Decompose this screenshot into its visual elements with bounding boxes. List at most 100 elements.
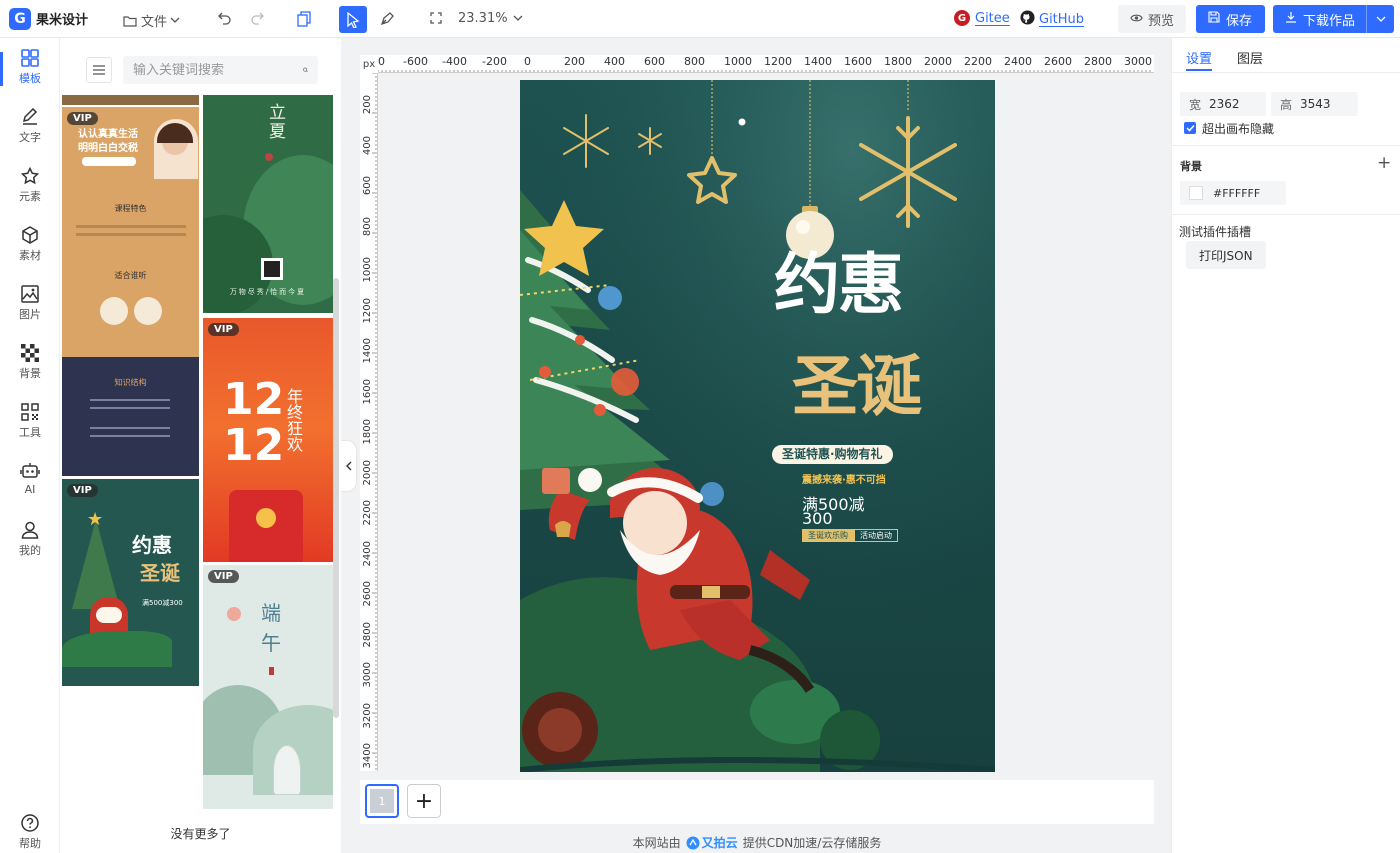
background-color-value: #FFFFFF xyxy=(1213,186,1261,200)
rail-item-mine[interactable]: 我的 xyxy=(0,516,60,566)
pen-tool-icon[interactable] xyxy=(379,11,395,31)
poster-promo-line[interactable]: 震撼来袭·惠不可挡 xyxy=(802,475,902,487)
template-card-christmas[interactable]: VIP ★ 约惠 圣诞 满500减300 xyxy=(62,479,199,686)
search-input[interactable] xyxy=(133,62,303,78)
ruler-label: 200 xyxy=(362,95,373,115)
page-number: 1 xyxy=(370,789,394,813)
ruler-label: 2200 xyxy=(964,55,992,68)
tab-layers[interactable]: 图层 xyxy=(1237,48,1263,67)
ruler-label: 400 xyxy=(362,135,373,155)
copy-page-icon[interactable] xyxy=(297,11,311,31)
properties-panel: 设置 图层 宽 2362 高 3543 超出画布隐藏 背景 + #FFFFFF … xyxy=(1171,38,1400,853)
upyun-label: 又拍云 xyxy=(701,836,738,850)
download-dropdown[interactable] xyxy=(1366,5,1394,33)
gitee-link[interactable]: G Gitee xyxy=(954,10,1010,26)
ruler-label: 1800 xyxy=(362,419,373,445)
template-card-1212[interactable]: VIP 12 12 年终狂欢 xyxy=(203,318,333,562)
poster-title-1[interactable]: 约惠 xyxy=(774,248,914,322)
poster-title-2[interactable]: 圣诞 xyxy=(792,350,932,424)
template-card-duanwu[interactable]: VIP 端 午 xyxy=(203,565,333,809)
background-color-field[interactable]: #FFFFFF xyxy=(1180,181,1286,205)
rail-item-image[interactable]: 图片 xyxy=(0,280,60,330)
eye-icon xyxy=(1130,12,1143,27)
rail-item-help[interactable]: 帮助 xyxy=(0,809,60,853)
category-menu-button[interactable] xyxy=(86,57,112,83)
pen-icon xyxy=(22,108,38,125)
ruler-label: 800 xyxy=(362,216,373,236)
zoom-select[interactable]: 23.31% xyxy=(458,11,523,26)
width-field[interactable]: 宽 2362 xyxy=(1180,92,1266,116)
poster-tag[interactable]: 活动启动 xyxy=(854,529,898,542)
vip-badge: VIP xyxy=(208,323,239,336)
image-icon xyxy=(21,285,39,303)
vip-badge: VIP xyxy=(67,484,98,497)
ruler-label: 3000 xyxy=(1124,55,1152,68)
card-title: 明明白白交税 xyxy=(78,143,138,154)
rail-item-tools[interactable]: 工具 xyxy=(0,398,60,448)
card-title: 认认真真生活 xyxy=(78,129,138,140)
canvas-poster[interactable]: 约惠 圣诞 圣诞特惠·购物有礼 震撼来袭·惠不可挡 满500减300 圣诞欢乐购… xyxy=(520,80,995,772)
ruler-label: 2400 xyxy=(1004,55,1032,68)
rail-item-ai[interactable]: AI xyxy=(0,457,60,507)
color-swatch[interactable] xyxy=(1189,186,1203,200)
save-button[interactable]: 保存 xyxy=(1196,5,1265,33)
fit-screen-icon[interactable] xyxy=(430,12,442,28)
download-label: 下载作品 xyxy=(1303,13,1356,29)
template-card-tax[interactable]: VIP 认认真真生活 明明白白交税 课程特色 适合谁听 知识结构 xyxy=(62,107,199,476)
download-button[interactable]: 下载作品 xyxy=(1273,5,1394,33)
poster-subtitle[interactable]: 圣诞特惠·购物有礼 xyxy=(772,445,893,464)
search-icon[interactable] xyxy=(303,64,308,76)
rail-item-template[interactable]: 模板 xyxy=(0,44,60,94)
template-card-lixia[interactable]: 立夏 万物尽秀/恰而今夏 xyxy=(203,95,333,313)
tab-settings[interactable]: 设置 xyxy=(1186,48,1212,67)
ruler-label: 2200 xyxy=(362,500,373,526)
preview-button[interactable]: 预览 xyxy=(1118,5,1187,33)
ruler-label: 200 xyxy=(564,55,585,68)
ruler-label: 3000 xyxy=(362,662,373,688)
height-field[interactable]: 高 3543 xyxy=(1271,92,1358,116)
ruler-label: 1000 xyxy=(724,55,752,68)
app-logo[interactable]: G 果米设计 xyxy=(9,7,88,30)
ruler-label: 1600 xyxy=(362,378,373,404)
print-json-button[interactable]: 打印JSON xyxy=(1186,241,1266,269)
collapse-panel-button[interactable] xyxy=(341,440,357,492)
poster-offer[interactable]: 满500减300 xyxy=(802,497,892,527)
ruler-label: 3200 xyxy=(362,702,373,728)
undo-icon[interactable] xyxy=(217,11,233,29)
overflow-hide-checkbox[interactable] xyxy=(1184,122,1196,134)
ruler-label: 2000 xyxy=(362,459,373,485)
file-menu[interactable]: 文件 xyxy=(123,11,180,30)
height-value: 3543 xyxy=(1300,97,1331,111)
ruler-label: 400 xyxy=(604,55,625,68)
select-tool-icon[interactable] xyxy=(339,6,367,33)
cube-icon xyxy=(22,226,38,244)
rail-label: 我的 xyxy=(19,544,41,557)
github-link[interactable]: GitHub xyxy=(1020,10,1084,29)
ruler-unit: px xyxy=(360,55,378,73)
upyun-link[interactable]: 又拍云 xyxy=(686,834,738,851)
overflow-hide-label[interactable]: 超出画布隐藏 xyxy=(1202,120,1274,137)
footer-suffix: 提供CDN加速/云存储服务 xyxy=(742,836,882,850)
page-thumbnail[interactable]: 1 xyxy=(365,784,399,818)
ruler-label: 1000 xyxy=(362,257,373,283)
add-page-button[interactable]: + xyxy=(407,784,441,818)
add-background-button[interactable]: + xyxy=(1377,154,1391,172)
rail-item-material[interactable]: 素材 xyxy=(0,221,60,271)
rail-item-element[interactable]: 元素 xyxy=(0,162,60,212)
ruler-label: 1800 xyxy=(884,55,912,68)
poster-artwork xyxy=(520,80,995,772)
template-icon xyxy=(21,49,39,67)
ruler-label: 2600 xyxy=(362,581,373,607)
rail-item-background[interactable]: 背景 xyxy=(0,339,60,389)
ruler-label: 1200 xyxy=(764,55,792,68)
rail-label: AI xyxy=(24,483,36,496)
panel-scrollbar[interactable] xyxy=(333,278,339,718)
user-icon xyxy=(21,521,39,539)
card-numbers: 12 xyxy=(223,420,285,471)
rail-item-text[interactable]: 文字 xyxy=(0,103,60,153)
card-title: 午 xyxy=(261,631,281,655)
site-footer: 本网站由 又拍云 提供CDN加速/云存储服务 xyxy=(360,834,1154,851)
poster-tag[interactable]: 圣诞欢乐购 xyxy=(802,529,854,542)
template-card[interactable] xyxy=(62,95,199,105)
redo-icon[interactable] xyxy=(249,11,265,29)
